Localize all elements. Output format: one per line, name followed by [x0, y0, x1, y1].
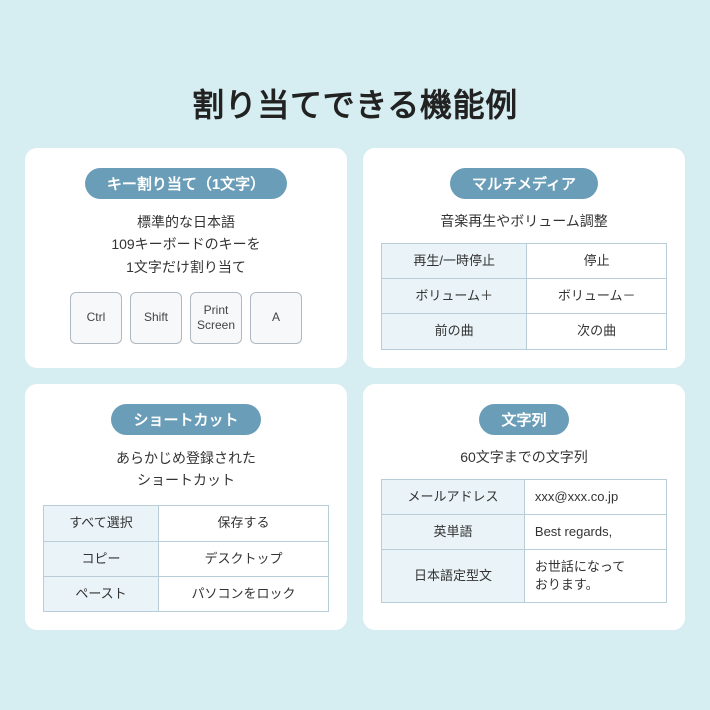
card-key-assign-desc: 標準的な日本語109キーボードのキーを1文字だけ割り当て [43, 211, 329, 278]
table-cell: 再生/一時停止 [382, 244, 527, 279]
table-row: ペースト パソコンをロック [44, 576, 329, 611]
main-title: 割り当てできる機能例 [25, 80, 685, 126]
table-cell: パソコンをロック [159, 576, 329, 611]
table-cell: 英単語 [382, 514, 525, 549]
card-string-desc: 60文字までの文字列 [381, 447, 667, 467]
table-cell: メールアドレス [382, 479, 525, 514]
table-cell: すべて選択 [44, 506, 159, 541]
table-cell: お世話になっております。 [524, 549, 666, 602]
card-multimedia-header: マルチメディア [450, 168, 598, 199]
card-shortcut-header: ショートカット [111, 404, 260, 435]
card-multimedia-desc: 音楽再生やボリューム調整 [381, 211, 667, 231]
table-cell: 停止 [527, 244, 667, 279]
table-cell: xxx@xxx.co.jp [524, 479, 666, 514]
table-cell: ボリューム＋ [382, 279, 527, 314]
table-row: ボリューム＋ ボリューム－ [382, 279, 667, 314]
key-row: Ctrl Shift PrintScreen A [43, 292, 329, 344]
key-printscreen: PrintScreen [190, 292, 242, 344]
card-key-assign: キー割り当て（1文字） 標準的な日本語109キーボードのキーを1文字だけ割り当て… [25, 148, 347, 368]
table-cell: 日本語定型文 [382, 549, 525, 602]
shortcut-table: すべて選択 保存する コピー デスクトップ ペースト パソコンをロック [43, 505, 329, 612]
table-row: メールアドレス xxx@xxx.co.jp [382, 479, 667, 514]
table-cell: 保存する [159, 506, 329, 541]
key-ctrl: Ctrl [70, 292, 122, 344]
card-key-assign-header: キー割り当て（1文字） [85, 168, 287, 199]
table-cell: コピー [44, 541, 159, 576]
table-cell: デスクトップ [159, 541, 329, 576]
container: 割り当てできる機能例 キー割り当て（1文字） 標準的な日本語109キーボードのキ… [25, 60, 685, 650]
table-cell: ペースト [44, 576, 159, 611]
table-row: 前の曲 次の曲 [382, 314, 667, 349]
table-cell: 前の曲 [382, 314, 527, 349]
table-row: 再生/一時停止 停止 [382, 244, 667, 279]
table-row: すべて選択 保存する [44, 506, 329, 541]
cards-grid: キー割り当て（1文字） 標準的な日本語109キーボードのキーを1文字だけ割り当て… [25, 148, 685, 630]
table-cell: 次の曲 [527, 314, 667, 349]
table-cell: Best regards, [524, 514, 666, 549]
card-multimedia: マルチメディア 音楽再生やボリューム調整 再生/一時停止 停止 ボリューム＋ ボ… [363, 148, 685, 368]
card-shortcut-desc: あらかじめ登録されたショートカット [43, 447, 329, 492]
key-a: A [250, 292, 302, 344]
table-cell: ボリューム－ [527, 279, 667, 314]
table-row: 英単語 Best regards, [382, 514, 667, 549]
string-table: メールアドレス xxx@xxx.co.jp 英単語 Best regards, … [381, 479, 667, 604]
table-row: 日本語定型文 お世話になっております。 [382, 549, 667, 602]
card-string-header: 文字列 [479, 404, 568, 435]
multimedia-table: 再生/一時停止 停止 ボリューム＋ ボリューム－ 前の曲 次の曲 [381, 243, 667, 350]
card-shortcut: ショートカット あらかじめ登録されたショートカット すべて選択 保存する コピー… [25, 384, 347, 630]
card-string: 文字列 60文字までの文字列 メールアドレス xxx@xxx.co.jp 英単語… [363, 384, 685, 630]
table-row: コピー デスクトップ [44, 541, 329, 576]
key-shift: Shift [130, 292, 182, 344]
